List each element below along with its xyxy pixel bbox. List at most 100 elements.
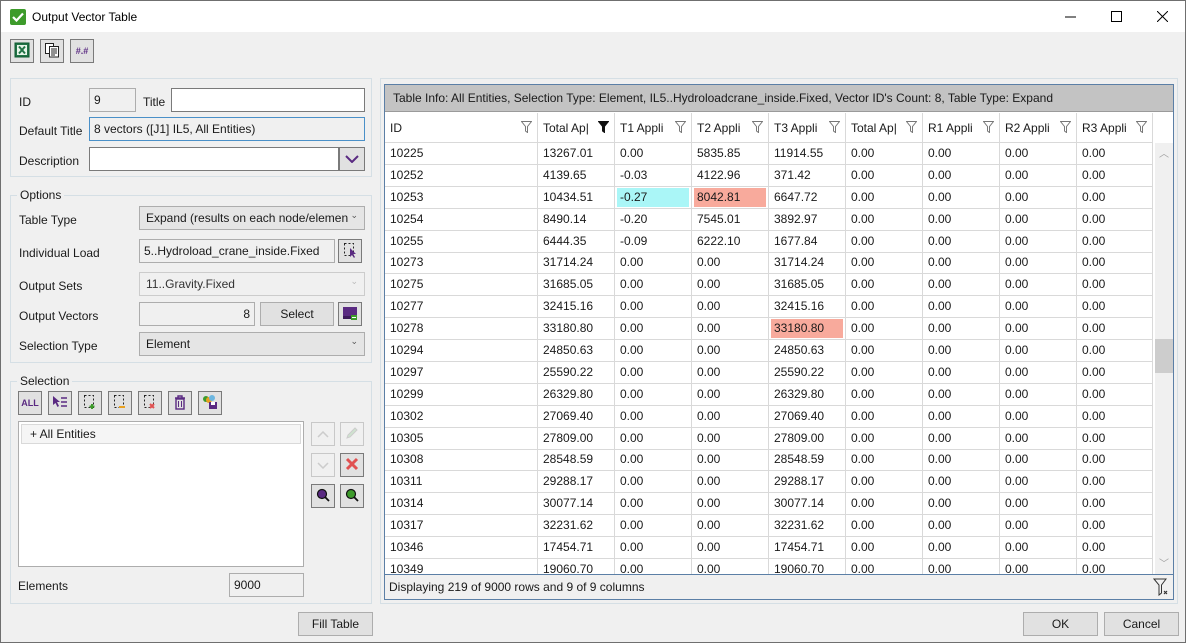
table-cell[interactable]: 0.00	[1000, 515, 1077, 538]
table-cell[interactable]: 25590.22	[769, 361, 846, 384]
exclude-selection-button[interactable]	[138, 391, 162, 415]
table-cell[interactable]: 27069.40	[769, 405, 846, 428]
list-item-all-entities[interactable]: + All Entities	[21, 424, 301, 444]
table-cell[interactable]: 0.00	[1000, 143, 1077, 165]
column-header[interactable]: T2 Appli	[692, 113, 769, 143]
table-cell[interactable]: 10278	[385, 318, 538, 341]
table-cell[interactable]: 0.00	[615, 143, 692, 165]
table-cell[interactable]: 27809.00	[769, 427, 846, 450]
copy-button[interactable]	[40, 39, 64, 63]
fill-table-button[interactable]: Fill Table	[298, 612, 373, 636]
table-row[interactable]: 10254 8490.14 -0.20 7545.01 3892.97 0.00 0.00 0…	[385, 208, 1155, 231]
ok-button[interactable]: OK	[1023, 612, 1098, 636]
filter-icon[interactable]	[905, 121, 918, 134]
table-cell[interactable]: 0.00	[1077, 230, 1153, 253]
table-cell[interactable]: 0.00	[692, 274, 769, 297]
table-cell[interactable]: 0.00	[846, 493, 923, 516]
table-cell[interactable]: 0.00	[846, 383, 923, 406]
table-cell[interactable]: 0.00	[923, 471, 1000, 494]
table-row[interactable]: 10225 13267.01 0.00 5835.85 11914.55 0.00 0.00…	[385, 143, 1155, 165]
table-cell[interactable]: 0.00	[1077, 296, 1153, 319]
table-cell[interactable]: 0.00	[1000, 427, 1077, 450]
table-cell[interactable]: 8490.14	[538, 208, 615, 231]
scroll-thumb[interactable]	[1155, 339, 1173, 373]
table-cell[interactable]: 0.00	[846, 143, 923, 165]
table-cell[interactable]: 17454.71	[769, 537, 846, 560]
table-cell[interactable]: 6647.72	[769, 186, 846, 209]
table-cell[interactable]: 0.00	[692, 405, 769, 428]
description-dropdown-button[interactable]	[339, 147, 365, 171]
table-cell[interactable]: 5835.85	[692, 143, 769, 165]
table-cell[interactable]: 0.00	[923, 558, 1000, 575]
selection-type-select[interactable]: Element ⌄	[139, 332, 365, 356]
table-cell[interactable]: 0.00	[923, 252, 1000, 275]
table-cell[interactable]: 0.00	[1000, 449, 1077, 472]
table-cell[interactable]: 0.00	[923, 296, 1000, 319]
table-cell[interactable]: 0.00	[846, 164, 923, 187]
table-cell[interactable]: 0.00	[615, 296, 692, 319]
table-cell[interactable]: 0.00	[923, 449, 1000, 472]
filter-icon[interactable]	[520, 121, 533, 134]
table-cell[interactable]: 0.00	[692, 427, 769, 450]
output-sets-select[interactable]: 11..Gravity.Fixed ⌄	[139, 272, 365, 296]
table-row[interactable]: 10273 31714.24 0.00 0.00 31714.24 0.00 0.00 0.0…	[385, 252, 1155, 275]
table-cell[interactable]: 10297	[385, 361, 538, 384]
select-all-button[interactable]: ALL	[18, 391, 42, 415]
table-cell[interactable]: 0.00	[1077, 493, 1153, 516]
column-header[interactable]: R2 Appli	[1000, 113, 1077, 143]
table-cell[interactable]: 0.00	[1077, 252, 1153, 275]
table-cell[interactable]: 32231.62	[538, 515, 615, 538]
table-cell[interactable]: 10317	[385, 515, 538, 538]
minimize-button[interactable]	[1047, 1, 1093, 32]
table-cell[interactable]: 0.00	[923, 537, 1000, 560]
table-cell[interactable]: 10294	[385, 340, 538, 363]
table-cell[interactable]: 1677.84	[769, 230, 846, 253]
filter-icon[interactable]	[674, 121, 687, 134]
table-cell[interactable]: 10305	[385, 427, 538, 450]
column-header[interactable]: Total Ap|	[846, 113, 923, 143]
table-cell[interactable]: 0.00	[1000, 405, 1077, 428]
table-cell[interactable]: 0.00	[692, 296, 769, 319]
table-cell[interactable]: 10434.51	[538, 186, 615, 209]
table-row[interactable]: 10277 32415.16 0.00 0.00 32415.16 0.00 0.00 0.0…	[385, 296, 1155, 319]
table-cell[interactable]: 0.00	[1000, 252, 1077, 275]
table-cell[interactable]: 13267.01	[538, 143, 615, 165]
table-cell[interactable]: 28548.59	[538, 449, 615, 472]
table-cell[interactable]: 0.00	[1077, 471, 1153, 494]
table-cell[interactable]: 0.00	[846, 515, 923, 538]
remove-selection-button[interactable]	[108, 391, 132, 415]
table-cell[interactable]: 0.00	[1000, 186, 1077, 209]
table-cell[interactable]: 0.00	[923, 361, 1000, 384]
table-cell[interactable]: 19060.70	[538, 558, 615, 575]
table-cell[interactable]: 371.42	[769, 164, 846, 187]
table-type-select[interactable]: Expand (results on each node/elemen ⌄	[139, 206, 365, 230]
cancel-button[interactable]: Cancel	[1104, 612, 1179, 636]
table-cell[interactable]: 0.00	[923, 405, 1000, 428]
table-cell[interactable]: 32415.16	[769, 296, 846, 319]
table-cell[interactable]: 0.00	[1077, 340, 1153, 363]
table-cell[interactable]: 0.00	[846, 252, 923, 275]
table-cell[interactable]: 0.00	[615, 340, 692, 363]
table-cell[interactable]: 0.00	[692, 471, 769, 494]
table-cell[interactable]: 0.00	[692, 252, 769, 275]
table-cell[interactable]: 0.00	[1077, 208, 1153, 231]
table-cell[interactable]: 0.00	[692, 493, 769, 516]
table-cell[interactable]: 10254	[385, 208, 538, 231]
table-cell[interactable]: 10252	[385, 164, 538, 187]
table-cell[interactable]: 0.00	[846, 558, 923, 575]
table-cell[interactable]: 0.00	[923, 143, 1000, 165]
table-cell[interactable]: 10314	[385, 493, 538, 516]
table-cell[interactable]: 33180.80	[538, 318, 615, 341]
table-cell[interactable]: 0.00	[1077, 405, 1153, 428]
table-cell[interactable]: 26329.80	[538, 383, 615, 406]
table-row[interactable]: 10255 6444.35 -0.09 6222.10 1677.84 0.00 0.00 0…	[385, 230, 1155, 253]
save-selection-button[interactable]	[198, 391, 222, 415]
table-row[interactable]: 10297 25590.22 0.00 0.00 25590.22 0.00 0.00 0.0…	[385, 361, 1155, 384]
table-cell[interactable]: 10346	[385, 537, 538, 560]
table-cell[interactable]: 0.00	[1077, 558, 1153, 575]
table-cell[interactable]: 30077.14	[769, 493, 846, 516]
vector-options-button[interactable]	[338, 302, 362, 326]
table-cell[interactable]: 0.00	[615, 558, 692, 575]
table-cell[interactable]: 0.00	[923, 274, 1000, 297]
table-row[interactable]: 10294 24850.63 0.00 0.00 24850.63 0.00 0.00 0.0…	[385, 340, 1155, 363]
